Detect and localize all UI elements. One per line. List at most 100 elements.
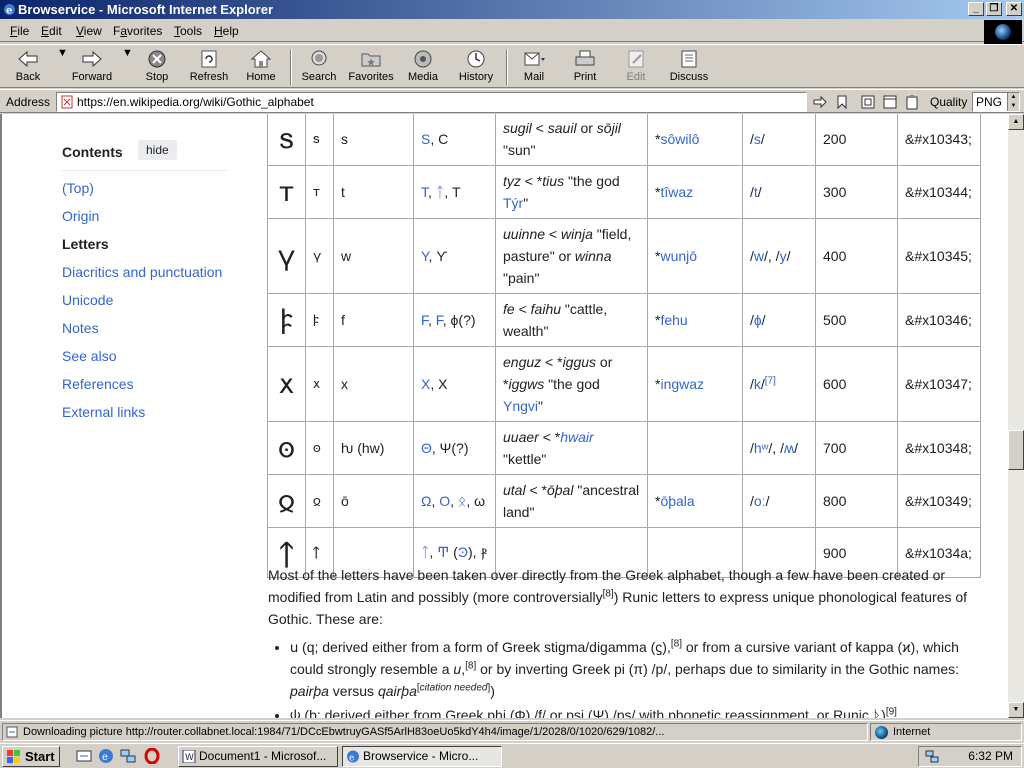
wiki-link[interactable]: psi (Ψ)	[566, 707, 609, 718]
toc-item-external-links[interactable]: External links	[62, 398, 232, 426]
task-browservice[interactable]: e Browservice - Micro...	[342, 746, 502, 767]
wiki-link[interactable]: F	[436, 312, 443, 328]
wiki-link[interactable]: t	[754, 184, 758, 200]
wiki-link[interactable]: T	[421, 184, 428, 200]
menu-favorites[interactable]: Favorites	[113, 24, 162, 38]
toc-item-see-also[interactable]: See also	[62, 342, 232, 370]
quality-select[interactable]: PNG ▲ ▼	[972, 92, 1020, 112]
vertical-scrollbar[interactable]: ▲ ▼	[1008, 114, 1024, 718]
discuss-button[interactable]: Discuss	[668, 47, 710, 87]
wiki-link[interactable]: [9]	[886, 706, 897, 717]
wiki-link[interactable]: ɸ	[754, 312, 762, 328]
wiki-link[interactable]: [8]	[671, 638, 682, 649]
favorites-button[interactable]: Favorites	[346, 47, 396, 87]
clipboard-icon[interactable]	[904, 94, 920, 110]
show-desktop-icon[interactable]	[76, 748, 92, 764]
zoom-icon[interactable]	[860, 94, 876, 110]
wiki-link[interactable]: stigma	[544, 639, 585, 655]
scroll-up-icon[interactable]: ▲	[1008, 114, 1024, 130]
refresh-button[interactable]: Refresh	[186, 47, 232, 87]
menu-file[interactable]: File	[10, 24, 29, 38]
wiki-link[interactable]: ōþala	[660, 493, 694, 509]
go-arrow-icon[interactable]	[812, 94, 828, 110]
wiki-link[interactable]: wunjō	[660, 248, 697, 264]
quality-spin-icon[interactable]: ▲ ▼	[1007, 93, 1019, 111]
wiki-link[interactable]: u	[453, 661, 461, 677]
network-icon[interactable]	[120, 748, 136, 764]
wiki-link[interactable]: y	[780, 248, 787, 264]
wiki-link[interactable]: s	[754, 131, 761, 147]
wiki-link[interactable]: kappa (ϰ)	[856, 639, 916, 655]
mail-button[interactable]: Mail	[516, 47, 552, 87]
address-input[interactable]: https://en.wikipedia.org/wiki/Gothic_alp…	[56, 92, 807, 112]
toc-item-origin[interactable]: Origin	[62, 202, 232, 230]
wiki-link[interactable]: ʍ	[784, 440, 794, 456]
wiki-link[interactable]: fehu	[660, 312, 687, 328]
wiki-link[interactable]: phi (Φ)	[487, 707, 530, 718]
wiki-link[interactable]: ᚦ	[873, 707, 881, 718]
media-button[interactable]: Media	[404, 47, 442, 87]
wiki-link[interactable]: Y	[421, 248, 429, 264]
ie-quicklaunch-icon[interactable]: e	[98, 748, 114, 764]
wiki-link[interactable]: Ͽ	[458, 544, 468, 560]
restore-button[interactable]: ❐	[986, 2, 1002, 16]
toc-item-unicode[interactable]: Unicode	[62, 286, 232, 314]
toc-item-references[interactable]: References	[62, 370, 232, 398]
menu-edit[interactable]: Edit	[41, 24, 62, 38]
wiki-link[interactable]: [8]	[465, 660, 476, 671]
wiki-link[interactable]: [7]	[765, 375, 776, 386]
back-dropdown-icon[interactable]: ▼	[57, 47, 68, 87]
wiki-link[interactable]: digamma	[589, 639, 647, 655]
wiki-link[interactable]: Greek alphabet	[625, 567, 721, 583]
forward-button[interactable]: Forward	[70, 47, 114, 87]
start-button[interactable]: Start	[2, 746, 60, 767]
wiki-link[interactable]: Yngvi	[503, 398, 538, 414]
wiki-link[interactable]: hwair	[560, 429, 593, 445]
search-button[interactable]: Search	[300, 47, 338, 87]
window-icon[interactable]	[882, 94, 898, 110]
toc-item-diacritics-and-punctuation[interactable]: Diacritics and punctuation	[62, 258, 232, 286]
toc-item-top[interactable]: (Top)	[62, 174, 232, 202]
tray-network-icon[interactable]	[925, 750, 939, 763]
opera-icon[interactable]	[144, 748, 160, 764]
wiki-link[interactable]: F	[421, 312, 428, 328]
wiki-link[interactable]: S	[421, 131, 430, 147]
wiki-link[interactable]: ᛏ	[436, 184, 444, 200]
wiki-link[interactable]: Latin	[357, 589, 387, 605]
toc-item-letters[interactable]: Letters	[62, 230, 232, 258]
wiki-link[interactable]: oː	[754, 493, 766, 509]
task-document1[interactable]: W Document1 - Microsof...	[178, 746, 338, 767]
wiki-link[interactable]: k	[754, 376, 761, 392]
close-button[interactable]: ✕	[1006, 2, 1022, 16]
print-button[interactable]: Print	[566, 47, 604, 87]
wiki-link[interactable]: tîwaz	[660, 184, 693, 200]
wiki-link[interactable]: Ω	[421, 493, 431, 509]
home-button[interactable]: Home	[242, 47, 280, 87]
wiki-link[interactable]: Ͳ	[437, 544, 449, 560]
wiki-link[interactable]: Týr	[503, 195, 523, 211]
wiki-link[interactable]: sôwilô	[660, 131, 699, 147]
forward-dropdown-icon[interactable]: ▼	[122, 47, 133, 87]
wiki-link[interactable]: X	[421, 376, 430, 392]
wiki-link[interactable]: w	[754, 248, 764, 264]
wiki-link[interactable]: Θ	[421, 440, 432, 456]
wiki-link[interactable]: ingwaz	[660, 376, 704, 392]
wiki-link[interactable]: Runic letters	[622, 589, 700, 605]
scroll-down-icon[interactable]: ▼	[1008, 702, 1024, 718]
toc-hide-button[interactable]: hide	[138, 140, 177, 160]
toc-item-notes[interactable]: Notes	[62, 314, 232, 342]
back-button[interactable]: Back	[8, 47, 48, 87]
wiki-link[interactable]: hʷ	[754, 440, 769, 456]
wiki-link[interactable]: citation needed	[420, 682, 488, 693]
menu-tools[interactable]: Tools	[174, 24, 202, 38]
edit-button[interactable]: Edit	[618, 47, 654, 87]
wiki-link[interactable]: pi (π)	[614, 661, 648, 677]
history-button[interactable]: History	[454, 47, 498, 87]
stop-button[interactable]: Stop	[140, 47, 174, 87]
wiki-link[interactable]: [8]	[603, 588, 614, 599]
menu-help[interactable]: Help	[214, 24, 239, 38]
scroll-thumb[interactable]	[1008, 430, 1024, 470]
menu-view[interactable]: View	[76, 24, 102, 38]
minimize-button[interactable]: _	[968, 2, 984, 16]
wiki-link[interactable]: O	[439, 493, 450, 509]
